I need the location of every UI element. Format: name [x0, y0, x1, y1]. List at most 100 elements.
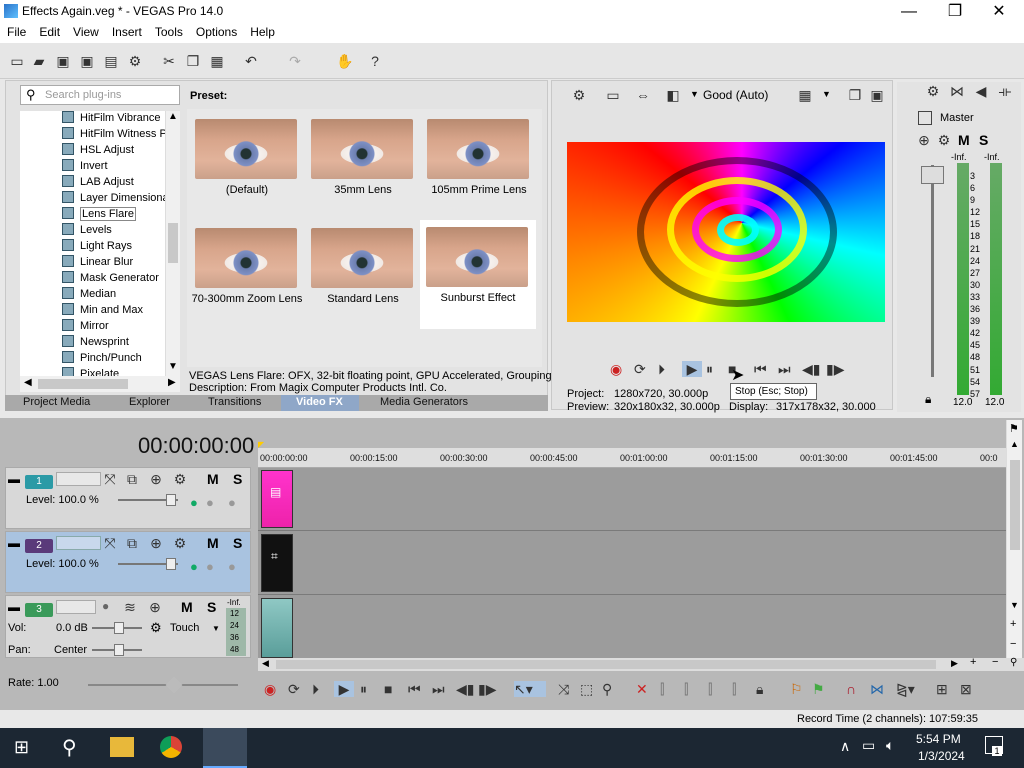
tree-vertical-scrollbar[interactable]: ▲ ▼	[165, 111, 180, 376]
tab-explorer[interactable]: Explorer	[129, 396, 170, 408]
list-item[interactable]: Mask Generator	[62, 271, 159, 287]
track-header-3-audio[interactable]: ▬ 3 ● ≋ ⊕ M S -Inf. Vol: 0.0 dB ⚙ Touch …	[5, 595, 251, 658]
track-collapse-icon[interactable]: ▬	[8, 472, 20, 486]
trim-icon[interactable]: ⫿	[660, 681, 664, 697]
auto-ripple-icon[interactable]: ⧎▾	[896, 681, 915, 697]
timeline-horizontal-scrollbar[interactable]: ◀ ▶ + − ⚲	[258, 656, 1024, 671]
new-project-icon[interactable]: ▭	[8, 52, 26, 70]
solo-button[interactable]: S	[233, 471, 242, 487]
master-mute-button[interactable]: M	[958, 132, 970, 148]
close-button[interactable]: ✕	[976, 0, 1022, 23]
track-collapse-icon[interactable]: ▬	[8, 536, 20, 550]
file-explorer-icon[interactable]	[110, 737, 134, 757]
scroll-thumb[interactable]	[276, 660, 936, 669]
list-item[interactable]: HSL Adjust	[62, 143, 134, 159]
automation-mode[interactable]: Touch	[170, 622, 199, 634]
parent-overlay-icon[interactable]: ⊕	[147, 470, 165, 488]
menu-help[interactable]: Help	[243, 23, 281, 43]
redo-icon[interactable]: ↷	[286, 52, 304, 70]
tab-project-media[interactable]: Project Media	[23, 396, 90, 408]
chevron-down-icon[interactable]: ▼	[690, 89, 699, 99]
menu-file[interactable]: File	[0, 23, 32, 43]
scroll-thumb[interactable]	[1010, 460, 1020, 550]
auto-crossfade-icon[interactable]: ⋈	[870, 681, 884, 697]
record-arm-icon[interactable]: ●	[102, 599, 109, 613]
zoom-out-icon[interactable]: −	[992, 656, 998, 668]
mixer-gear-icon[interactable]: ⚙	[924, 82, 942, 100]
track-fx-gear-icon[interactable]: ⚙	[171, 470, 189, 488]
track-collapse-icon[interactable]: ▬	[8, 600, 20, 614]
next-frame-icon[interactable]: ▮▶	[478, 681, 496, 697]
slider-handle[interactable]	[114, 622, 124, 634]
lock-icon[interactable]: 🔒︎	[756, 681, 763, 697]
volume-slider[interactable]	[92, 622, 142, 634]
selection-tool-icon[interactable]: ⬚	[580, 681, 593, 697]
list-item[interactable]: Layer Dimensiona	[62, 191, 165, 207]
play-from-start-icon[interactable]: ⏵	[658, 361, 665, 377]
play-icon[interactable]: ▶	[682, 361, 702, 377]
list-item[interactable]: Levels	[62, 223, 112, 239]
render-icon[interactable]: ▤	[102, 52, 120, 70]
menu-insert[interactable]: Insert	[105, 23, 148, 43]
scroll-right-icon[interactable]: ▶	[951, 658, 958, 669]
envelope-tool-icon[interactable]: ⤨	[558, 681, 569, 697]
network-icon[interactable]: ▭	[862, 737, 875, 754]
slider-handle[interactable]	[114, 644, 124, 656]
downmix-icon[interactable]: ⋈	[948, 82, 966, 100]
track-fx-icon[interactable]: ⊕	[146, 598, 164, 616]
compositing-mode-icon[interactable]: ⧉	[123, 534, 141, 552]
volume-muted-icon[interactable]: 🔈︎	[886, 737, 894, 754]
menu-edit[interactable]: Edit	[32, 23, 66, 43]
dim-icon[interactable]: ◀	[972, 82, 990, 100]
trim-start-icon[interactable]: ⫿	[684, 681, 688, 697]
next-frame-icon[interactable]: ▮▶	[826, 361, 844, 377]
properties-gear-icon[interactable]: ⚙	[126, 52, 144, 70]
preset-70-300mm-zoom-lens[interactable]: 70-300mm Zoom Lens	[189, 221, 305, 330]
tab-video-fx[interactable]: Video FX	[281, 395, 359, 411]
save-snapshot-icon[interactable]: ▣	[868, 86, 886, 104]
loop-icon[interactable]: ⟳	[288, 681, 300, 697]
maximize-button[interactable]: ❐	[932, 0, 978, 23]
scroll-left-icon[interactable]: ◀	[24, 377, 32, 388]
video-clip-1[interactable]: ▤	[261, 470, 293, 528]
cut-icon[interactable]: ✂	[160, 52, 178, 70]
pan-slider[interactable]	[92, 644, 142, 656]
chrome-icon[interactable]	[160, 736, 182, 758]
search-input[interactable]: ⚲ Search plug-ins	[20, 85, 180, 105]
track-name-field[interactable]	[56, 536, 101, 550]
preset-105mm-prime-lens[interactable]: 105mm Prime Lens	[421, 112, 537, 221]
mute-button[interactable]: M	[207, 471, 219, 487]
split-icon[interactable]: ⫿	[732, 681, 736, 697]
scroll-down-icon[interactable]: ▼	[1010, 600, 1019, 610]
delete-icon[interactable]: ✕	[636, 681, 648, 697]
list-item[interactable]: HitFilm Vibrance	[62, 111, 161, 127]
timeline-area[interactable]: ▤ ⌗	[258, 448, 1006, 658]
markers-icon[interactable]: ⚑	[1009, 422, 1019, 435]
copy-icon[interactable]: ❐	[184, 52, 202, 70]
rate-slider[interactable]	[88, 676, 238, 694]
scroll-thumb[interactable]	[168, 223, 178, 263]
timeline-vertical-scrollbar[interactable]: ⚑ ▲ ▼ + −	[1006, 420, 1022, 658]
pause-icon[interactable]: ⏸	[706, 361, 713, 377]
time-ruler[interactable]: 00:00:00:00 00:00:15:00 00:00:30:00 00:0…	[258, 448, 1006, 468]
list-item[interactable]: Light Rays	[62, 239, 132, 255]
master-fx-icon[interactable]: ⊕	[915, 131, 933, 149]
solo-button[interactable]: S	[207, 599, 216, 615]
level-slider[interactable]	[118, 558, 178, 570]
play-from-start-icon[interactable]: ⏵	[312, 681, 319, 697]
split-screen-icon[interactable]: ⇔	[634, 86, 652, 104]
mute-button[interactable]: M	[181, 599, 193, 615]
invert-phase-icon[interactable]: ≋	[121, 598, 139, 616]
video-clip-2[interactable]: ⌗	[261, 534, 293, 592]
slider-handle[interactable]	[166, 558, 176, 570]
save-icon[interactable]: ▣	[54, 52, 72, 70]
list-item[interactable]: LAB Adjust	[62, 175, 134, 191]
snapping-magnet-icon[interactable]: ∩	[846, 681, 856, 697]
preview-settings-gear-icon[interactable]: ⚙	[570, 86, 588, 104]
scroll-thumb[interactable]	[38, 379, 128, 389]
list-item[interactable]: Newsprint	[62, 335, 129, 351]
windows-start-icon[interactable]: ⊞	[14, 737, 29, 758]
trim-end-icon[interactable]: ⫿	[708, 681, 712, 697]
tab-media-generators[interactable]: Media Generators	[380, 396, 468, 408]
list-item[interactable]: Min and Max	[62, 303, 143, 319]
